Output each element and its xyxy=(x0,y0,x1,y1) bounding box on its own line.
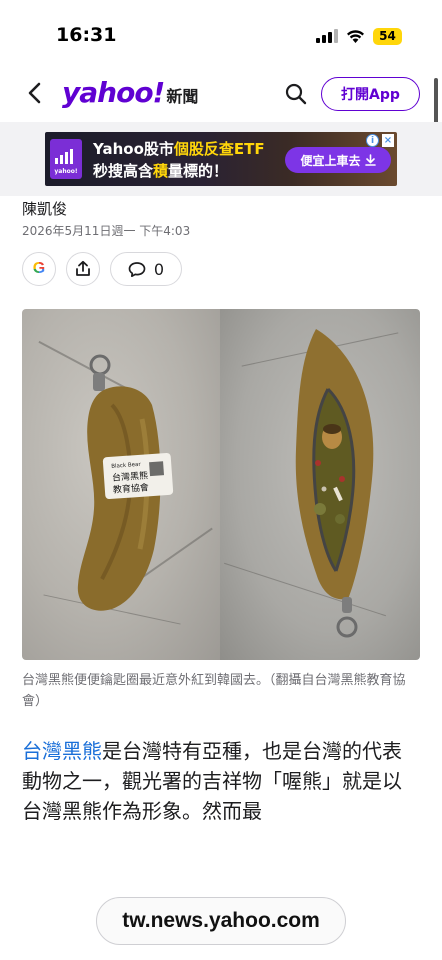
app-header: yahoo! 新聞 打開App xyxy=(0,64,442,122)
brand-logo: yahoo! xyxy=(62,76,165,109)
comment-bubble-icon xyxy=(128,261,146,277)
ad-headline-2-prefix: 秒搜高含 xyxy=(93,162,154,180)
photo-caption: 台灣黑熊便便鑰匙圈最近意外紅到韓國去。（翻攝自台灣黑熊教育協會） xyxy=(22,673,406,709)
status-bar: 16:31 54 xyxy=(0,0,442,64)
brand-section: 新聞 xyxy=(166,87,199,106)
comments-button[interactable]: 0 xyxy=(110,252,182,286)
ad-headline-1-highlight: 個股反查ETF xyxy=(173,140,265,158)
cellular-signal-icon xyxy=(316,29,338,43)
google-icon: G xyxy=(32,260,46,277)
status-time: 16:31 xyxy=(56,24,117,46)
ad-headline-2: 秒搜高含積量標的！ xyxy=(93,160,228,181)
ad-info-icon[interactable]: i xyxy=(366,134,379,147)
ad-headline-1: Yahoo股市個股反查ETF xyxy=(93,138,265,159)
chart-bars-icon xyxy=(55,149,73,164)
ad-cta-label: 便宜上車去 xyxy=(300,153,361,168)
wifi-icon xyxy=(347,29,364,43)
article-author: 陳凱俊 xyxy=(22,200,68,218)
google-share-button[interactable]: G xyxy=(22,252,56,286)
article-body: 台灣黑熊是台灣特有亞種，也是台灣的代表動物之一，觀光署的吉祥物「喔熊」就是以台灣… xyxy=(22,736,420,824)
comment-count: 0 xyxy=(153,259,165,279)
photo-panel-closed-keychain: Black Bear 台灣黑熊 教育協會 xyxy=(22,309,220,660)
keychain-open-image xyxy=(295,329,374,638)
battery-icon: 54 xyxy=(373,27,402,45)
ad-headline-2-highlight: 積 xyxy=(153,162,169,180)
ad-headline-1-prefix: Yahoo股市 xyxy=(93,140,174,158)
share-icon xyxy=(76,260,90,276)
back-chevron-icon[interactable] xyxy=(22,80,48,106)
article-photo[interactable]: Black Bear 台灣黑熊 教育協會 xyxy=(22,309,420,660)
open-app-button[interactable]: 打開App xyxy=(321,77,420,111)
ad-headline-2-suffix: 量標的！ xyxy=(168,162,229,180)
share-button[interactable] xyxy=(66,252,100,286)
download-arrow-icon xyxy=(364,154,376,166)
keychain-closed-image: Black Bear 台灣黑熊 教育協會 xyxy=(77,354,174,611)
search-icon[interactable] xyxy=(284,82,308,106)
ad-logo: yahoo! xyxy=(50,139,82,179)
yahoo-news-logo[interactable]: yahoo! 新聞 xyxy=(62,76,198,109)
address-bar[interactable]: tw.news.yahoo.com xyxy=(96,897,346,945)
photo-panel-open-keychain xyxy=(220,309,420,660)
ad-cta-button[interactable]: 便宜上車去 xyxy=(285,147,391,173)
ad-logo-text: yahoo! xyxy=(54,168,78,175)
ad-close-icon[interactable]: × xyxy=(382,134,394,147)
ad-strip: yahoo! Yahoo股市個股反查ETF 秒搜高含積量標的！ 便宜上車去 i … xyxy=(0,122,442,196)
status-icons: 54 xyxy=(316,26,402,46)
article-timestamp: 2026年5月11日週一 下午4:03 xyxy=(22,224,191,238)
scroll-indicator[interactable] xyxy=(434,78,438,126)
article-body-link[interactable]: 台灣黑熊 xyxy=(22,739,102,763)
ad-banner[interactable]: yahoo! Yahoo股市個股反查ETF 秒搜高含積量標的！ 便宜上車去 i … xyxy=(45,132,397,186)
